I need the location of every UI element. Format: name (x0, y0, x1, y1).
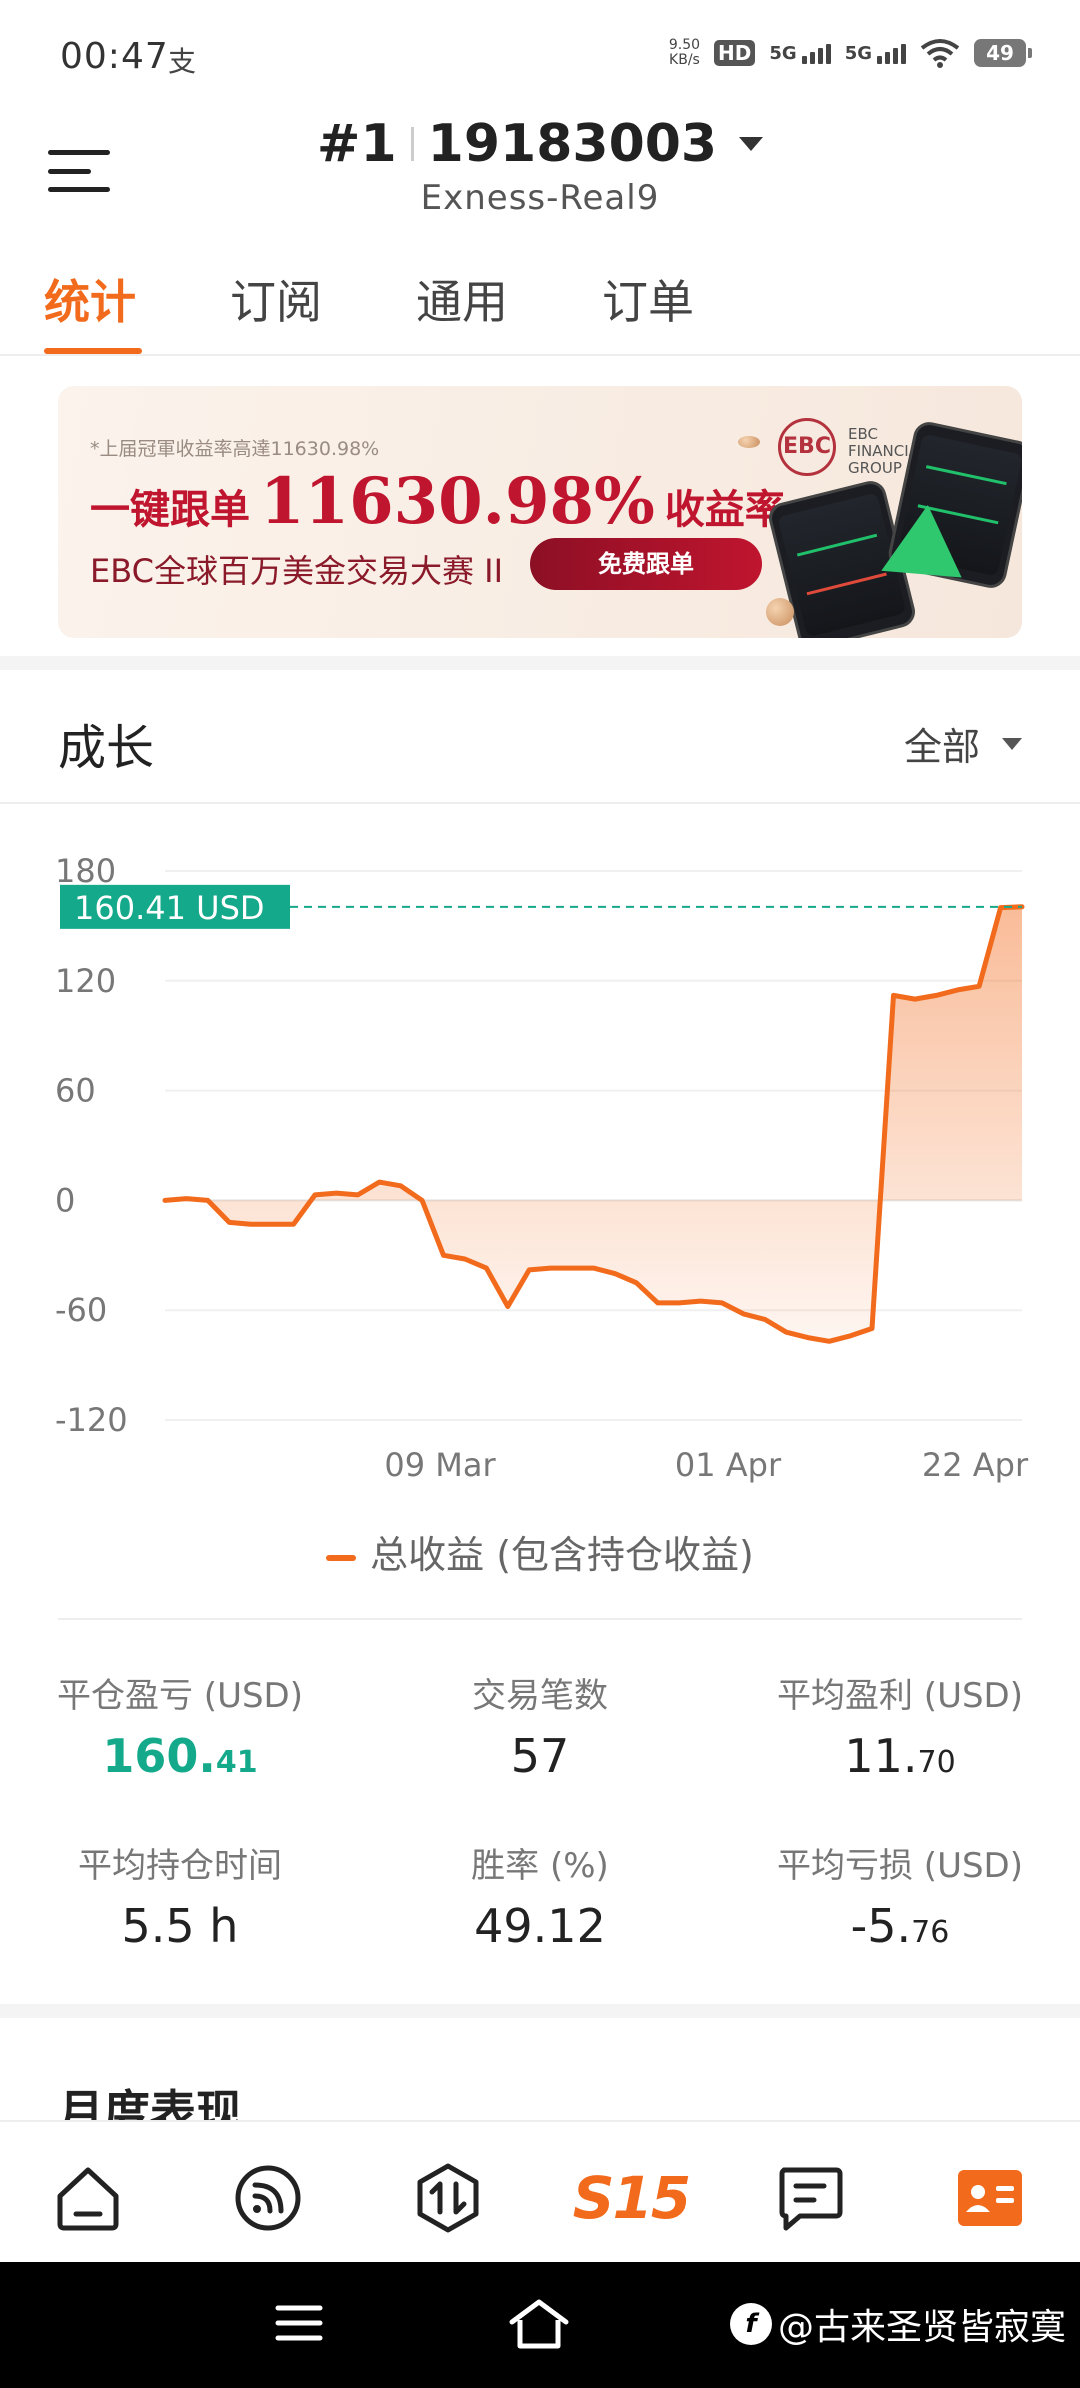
signal-label-1: 5G (769, 42, 797, 64)
stat-closed-pnl: 平仓盈亏 (USD) 160.41 (0, 1668, 360, 1783)
growth-title: 成长 (58, 720, 155, 776)
free-copy-button[interactable]: 免费跟单 (530, 538, 762, 590)
weibo-icon: f (729, 2303, 772, 2345)
recents-icon[interactable] (274, 2298, 324, 2348)
app-header: #1 19183003 Exness-Real9 (0, 110, 1080, 240)
signal-icon-2: 5G (845, 43, 906, 64)
status-app-icon: 支 (168, 45, 197, 78)
profile-icon (958, 2170, 1022, 2226)
stat-value: 49.12 (474, 1899, 606, 1953)
stat-avg-hold-time: 平均持仓时间 5.5 h (0, 1838, 360, 1953)
series-area (165, 906, 1022, 1342)
stat-label: 平均持仓时间 (78, 1846, 282, 1886)
growth-chart: 180 120 60 0 -60 -120 160.41 USD 09 Mar 01 Apr 22… (0, 826, 1080, 1526)
status-bar: 00:47 支 9.50 KB/s HD 5G 5G 49 (0, 0, 1080, 110)
stat-label: 平均盈利 (USD) (777, 1676, 1023, 1716)
watermark: f @古来圣贤皆寂寞 (729, 2298, 1066, 2350)
x-tick-label: 09 Mar (384, 1446, 496, 1484)
home-nav-icon[interactable] (508, 2298, 570, 2352)
x-tick-label: 01 Apr (675, 1446, 782, 1484)
status-indicators: 9.50 KB/s HD 5G 5G 49 (669, 38, 1032, 68)
x-tick-label: 22 Apr (922, 1446, 1029, 1484)
coin-graphic (766, 598, 794, 626)
account-rank: #1 (316, 114, 397, 174)
stat-value: 160.41 (102, 1729, 258, 1783)
nav-messages[interactable] (770, 2158, 850, 2238)
hd-icon: HD (714, 40, 756, 66)
growth-header: 成长 全部 (0, 668, 1080, 804)
tab-bar: 统计 订阅 通用 订单 (0, 256, 1080, 356)
banner-lead: 一键跟单 (90, 487, 250, 533)
current-value-label: 160.41 USD (74, 889, 265, 927)
message-icon (779, 2167, 843, 2231)
stat-value: 5.5 h (121, 1899, 239, 1953)
y-tick-label: -120 (55, 1401, 128, 1439)
system-nav-bar: f @古来圣贤皆寂寞 (0, 2262, 1080, 2388)
banner-tail: 收益率 (664, 487, 785, 533)
watermark-text: @古来圣贤皆寂寞 (777, 2307, 1066, 2348)
stat-value: 11.70 (844, 1729, 956, 1783)
home-icon (57, 2167, 119, 2231)
nav-feed[interactable] (228, 2158, 308, 2238)
banner-subtitle: EBC全球百万美金交易大赛 II (90, 552, 504, 590)
stat-label: 交易笔数 (472, 1676, 608, 1716)
chevron-down-icon (739, 137, 764, 151)
divider (58, 1618, 1022, 1620)
stat-avg-loss: 平均亏损 (USD) -5.76 (720, 1838, 1080, 1953)
stat-value: -5.76 (850, 1899, 950, 1953)
account-selector[interactable]: #1 19183003 Exness-Real9 (0, 114, 1080, 218)
bottom-nav: S15 (0, 2120, 1080, 2262)
stat-label: 胜率 (%) (471, 1846, 609, 1886)
y-tick-label: 180 (55, 852, 116, 890)
banner-highlight: 11630.98% (260, 464, 655, 539)
battery-icon: 49 (974, 39, 1032, 67)
y-tick-label: 60 (55, 1072, 96, 1110)
coin-graphic-2 (738, 436, 760, 448)
stat-value: 57 (510, 1729, 570, 1783)
chevron-down-icon (1002, 737, 1022, 750)
status-time: 00:47 (60, 36, 169, 77)
signal-icon: 5G (769, 42, 831, 64)
section-gap (0, 2004, 1080, 2018)
legend-label: 总收益 (包含持仓收益) (370, 1533, 754, 1577)
chart-legend: 总收益 (包含持仓收益) (0, 1524, 1080, 1579)
stat-win-rate: 胜率 (%) 49.12 (360, 1838, 720, 1953)
feed-icon (235, 2165, 301, 2231)
stat-avg-profit: 平均盈利 (USD) 11.70 (720, 1668, 1080, 1783)
stat-label: 平仓盈亏 (USD) (57, 1676, 303, 1716)
network-speed: 9.50 KB/s (669, 38, 700, 68)
active-tab-indicator (44, 348, 142, 354)
promo-banner[interactable]: *上届冠軍收益率高達11630.98% 一键跟单 11630.98% 收益率 E… (58, 386, 1022, 638)
signal-label-2: 5G (844, 42, 872, 64)
nav-trade[interactable] (408, 2158, 488, 2238)
account-number: 19183003 (427, 114, 718, 174)
stat-trade-count: 交易笔数 57 (360, 1668, 720, 1783)
y-tick-label: 0 (55, 1181, 75, 1219)
network-speed-unit: KB/s (669, 52, 700, 68)
growth-filter-dropdown[interactable]: 全部 (904, 716, 1022, 771)
stat-label: 平均亏损 (USD) (777, 1846, 1023, 1886)
account-separator (410, 127, 414, 161)
trade-icon (417, 2163, 479, 2233)
growth-filter-label: 全部 (903, 725, 980, 769)
nav-profile[interactable] (950, 2158, 1030, 2238)
nav-home[interactable] (48, 2158, 128, 2238)
growth-chart-svg: 180 120 60 0 -60 -120 160.41 USD 09 Mar 01 Apr 22… (55, 852, 1029, 1484)
nav-s15[interactable]: S15 (573, 2158, 691, 2238)
tab-statistics[interactable]: 统计 (44, 266, 136, 332)
legend-swatch (326, 1554, 357, 1561)
tab-general[interactable]: 通用 (416, 266, 508, 332)
banner-note: *上届冠軍收益率高達11630.98% (90, 438, 380, 460)
account-server: Exness-Real9 (420, 178, 660, 218)
ebc-logo: EBC (778, 418, 836, 476)
network-speed-value: 9.50 (668, 37, 701, 53)
wifi-icon (920, 39, 960, 68)
y-tick-label: 120 (55, 962, 116, 1000)
y-tick-label: -60 (55, 1291, 107, 1329)
tab-orders[interactable]: 订单 (602, 266, 694, 332)
tab-subscribe[interactable]: 订阅 (230, 266, 322, 332)
banner-headline: 一键跟单 11630.98% 收益率 (90, 464, 785, 539)
s15-icon: S15 (572, 2164, 691, 2232)
